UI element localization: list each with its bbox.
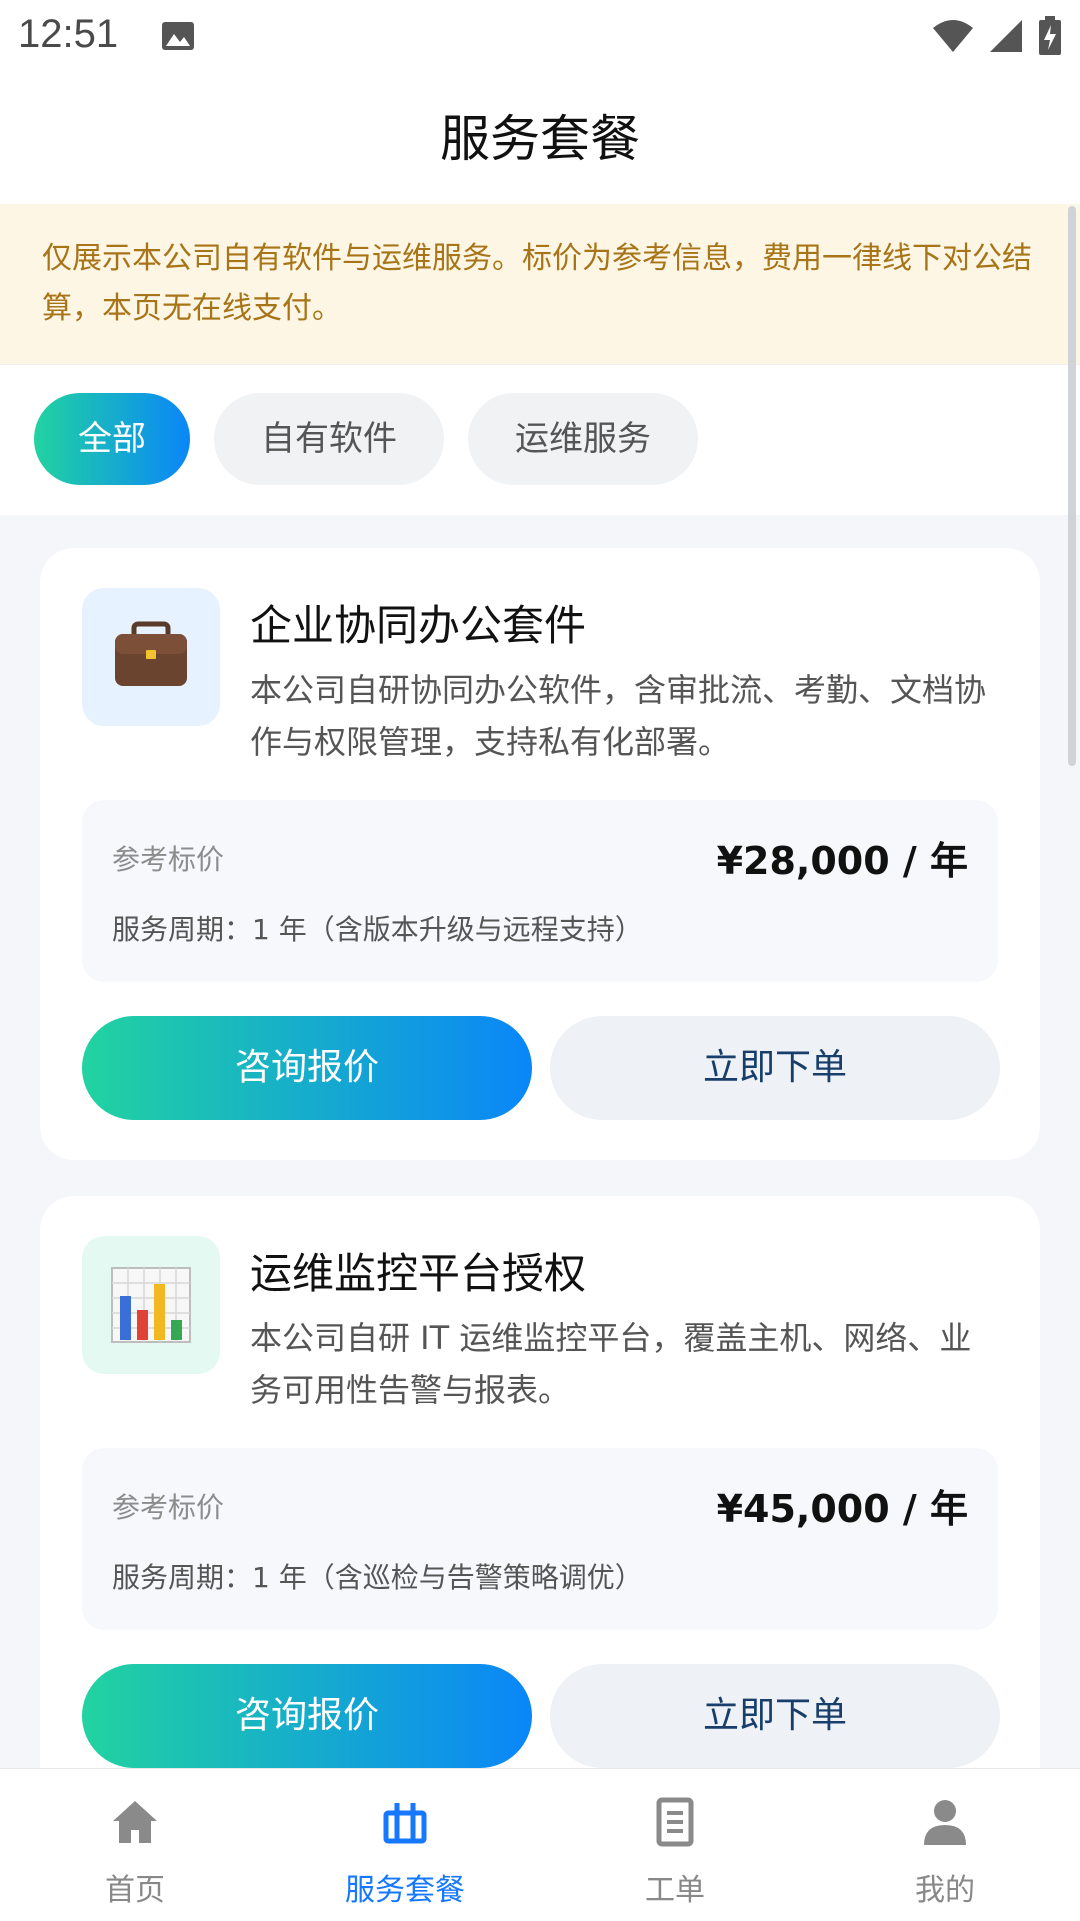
card-title: 运维监控平台授权 xyxy=(250,1249,587,1298)
tab-home[interactable]: 首页 xyxy=(0,1769,270,1921)
price-box: 参考标价 ¥28,000 / 年 服务周期：1 年（含版本升级与远程支持） xyxy=(82,800,998,982)
tab-work-orders[interactable]: 工单 xyxy=(540,1769,810,1921)
order-now-button[interactable]: 立即下单 xyxy=(550,1664,1000,1768)
filter-chip-all[interactable]: 全部 xyxy=(34,393,190,485)
service-period: 服务周期：1 年（含版本升级与远程支持） xyxy=(112,913,643,946)
image-notification-icon xyxy=(162,22,194,50)
document-icon xyxy=(656,1797,694,1847)
system-icons xyxy=(932,12,1062,60)
tab-label: 我的 xyxy=(915,1873,975,1908)
home-icon xyxy=(113,1801,157,1843)
tab-label: 服务套餐 xyxy=(345,1873,465,1908)
app-header: 服务套餐 xyxy=(0,74,1080,204)
price-label: 参考标价 xyxy=(112,1491,225,1524)
tab-profile[interactable]: 我的 xyxy=(810,1769,1080,1921)
filter-chip-ops[interactable]: 运维服务 xyxy=(468,393,698,485)
person-icon xyxy=(924,1800,966,1845)
signal-icon xyxy=(990,20,1022,52)
consult-quote-button[interactable]: 咨询报价 xyxy=(82,1016,532,1120)
tab-label: 首页 xyxy=(105,1873,165,1908)
tab-label: 工单 xyxy=(645,1873,705,1908)
bar-chart-icon xyxy=(111,1267,191,1343)
card-icon-container xyxy=(82,588,220,726)
wifi-icon xyxy=(933,20,973,52)
price-value: ¥45,000 / 年 xyxy=(716,1487,968,1531)
bottom-tab-bar: 首页 服务套餐 工单 我的 xyxy=(0,1768,1080,1921)
price-box: 参考标价 ¥45,000 / 年 服务周期：1 年（含巡检与告警策略调优） xyxy=(82,1448,998,1630)
briefcase-icon xyxy=(115,621,187,686)
card-description: 本公司自研 IT 运维监控平台，覆盖主机、网络、业务可用性告警与报表。 xyxy=(250,1319,972,1409)
battery-icon xyxy=(1039,16,1061,55)
card-title: 企业协同办公套件 xyxy=(250,601,587,650)
tab-packages[interactable]: 服务套餐 xyxy=(270,1769,540,1921)
notice-text: 仅展示本公司自有软件与运维服务。标价为参考信息，费用一律线下对公结算，本页无在线… xyxy=(42,241,1032,326)
scrollbar[interactable] xyxy=(1068,206,1076,766)
package-card: 运维监控平台授权 本公司自研 IT 运维监控平台，覆盖主机、网络、业务可用性告警… xyxy=(40,1196,1040,1836)
status-bar: 12:51 xyxy=(0,0,1080,74)
service-period: 服务周期：1 年（含巡检与告警策略调优） xyxy=(112,1561,643,1594)
card-description: 本公司自研协同办公软件，含审批流、考勤、文档协作与权限管理，支持私有化部署。 xyxy=(250,671,987,761)
package-icon xyxy=(383,1803,427,1844)
price-label: 参考标价 xyxy=(112,843,225,876)
order-now-button[interactable]: 立即下单 xyxy=(550,1016,1000,1120)
price-value: ¥28,000 / 年 xyxy=(716,839,968,883)
filter-bar: 全部 自有软件 运维服务 xyxy=(0,364,1080,515)
page-title: 服务套餐 xyxy=(440,111,640,167)
consult-quote-button[interactable]: 咨询报价 xyxy=(82,1664,532,1768)
card-icon-container xyxy=(82,1236,220,1374)
status-time: 12:51 xyxy=(18,12,119,56)
package-card: 企业协同办公套件 本公司自研协同办公软件，含审批流、考勤、文档协作与权限管理，支… xyxy=(40,548,1040,1160)
notice-banner: 仅展示本公司自有软件与运维服务。标价为参考信息，费用一律线下对公结算，本页无在线… xyxy=(0,204,1080,364)
filter-chip-software[interactable]: 自有软件 xyxy=(214,393,444,485)
